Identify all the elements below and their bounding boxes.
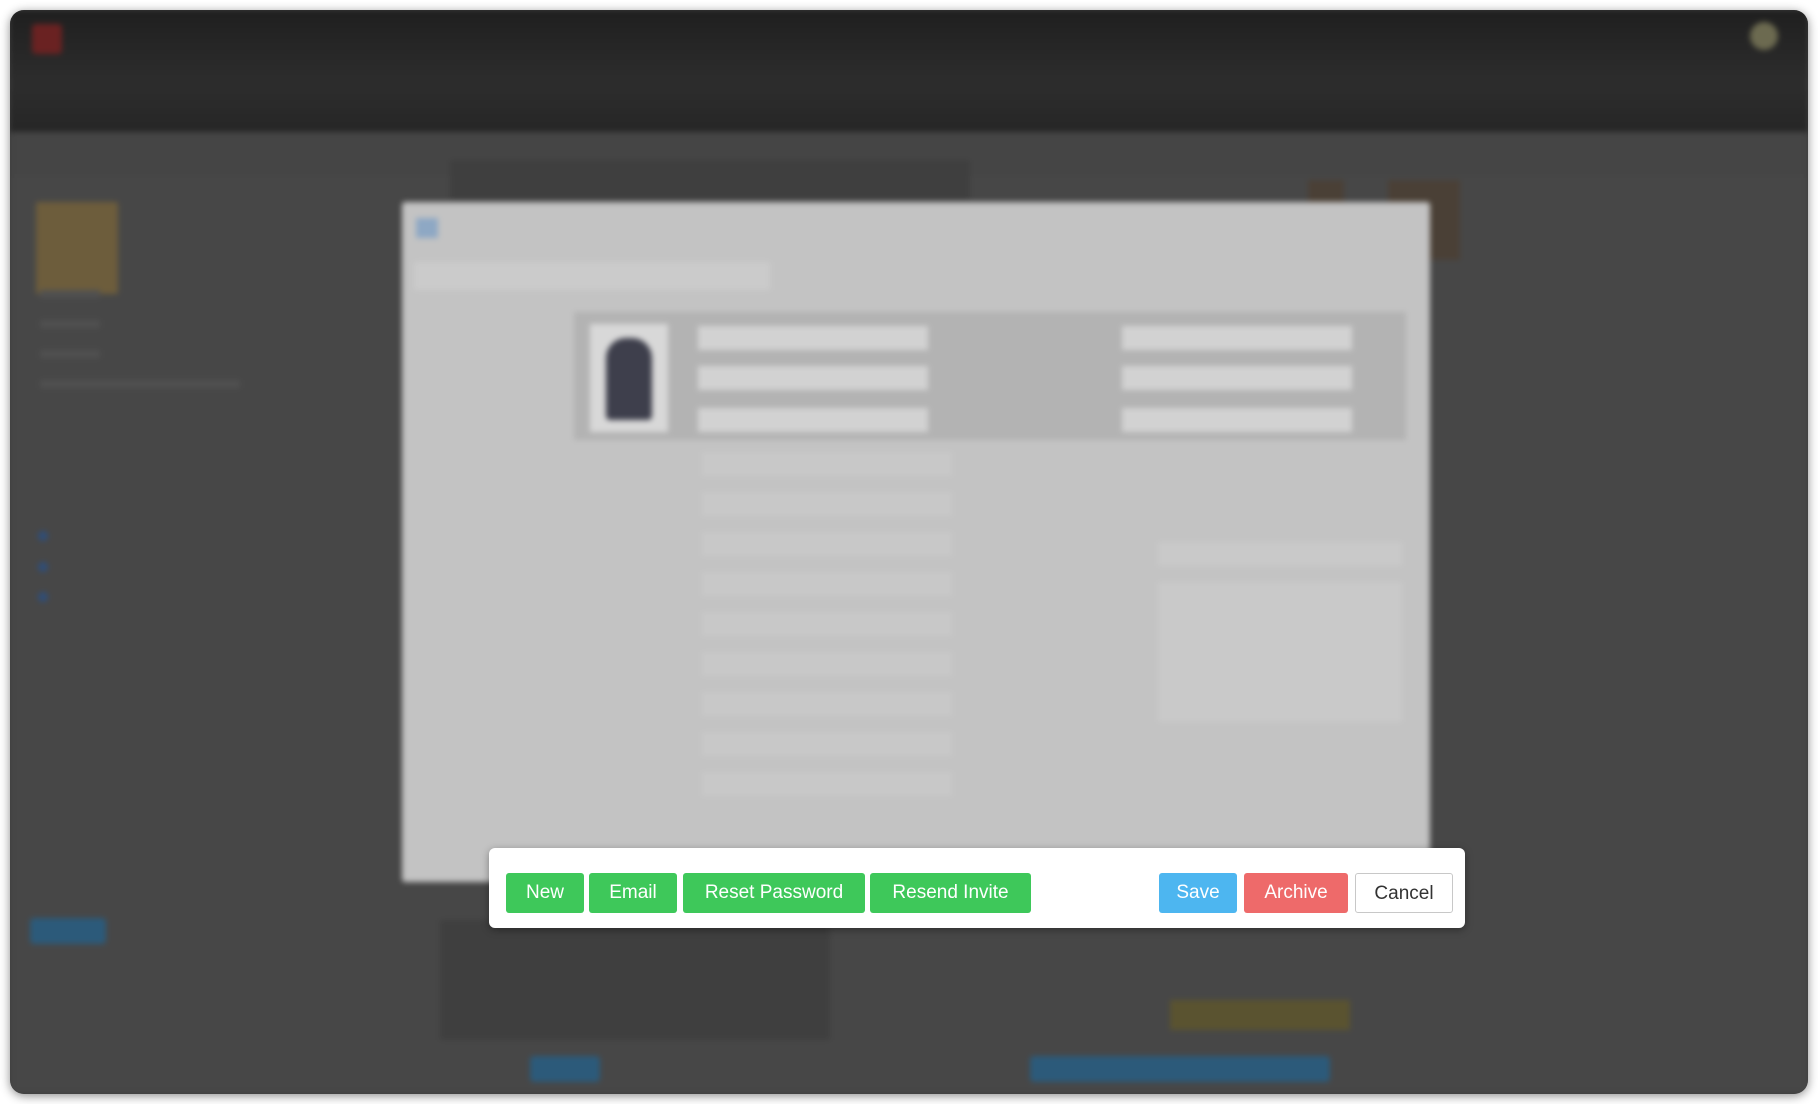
action-bar: New Email Reset Password Resend Invite S… xyxy=(489,848,1465,928)
archive-button[interactable]: Archive xyxy=(1244,873,1348,913)
staff-details-modal xyxy=(402,202,1430,882)
resend-invite-button[interactable]: Resend Invite xyxy=(870,873,1031,913)
screenshot-frame: New Email Reset Password Resend Invite S… xyxy=(10,10,1808,1094)
notes-area xyxy=(1158,582,1402,722)
email-button[interactable]: Email xyxy=(589,873,677,913)
app-logo-icon xyxy=(32,24,62,54)
cancel-button[interactable]: Cancel xyxy=(1355,873,1453,913)
top-navbar xyxy=(10,10,1808,132)
client-photo xyxy=(36,202,118,294)
client-summary-panel xyxy=(20,186,410,1066)
reset-password-button[interactable]: Reset Password xyxy=(683,873,865,913)
new-button[interactable]: New xyxy=(506,873,584,913)
save-button[interactable]: Save xyxy=(1159,873,1237,913)
staff-search-input xyxy=(414,262,770,290)
staff-photo xyxy=(590,324,668,432)
user-avatar xyxy=(1750,22,1778,50)
staff-list-icon xyxy=(416,218,438,238)
